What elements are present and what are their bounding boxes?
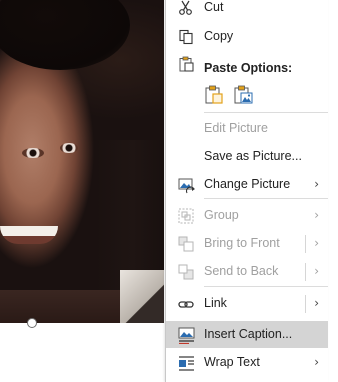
clipboard-icon xyxy=(177,55,195,73)
photo-eye xyxy=(60,143,78,153)
menu-item-cut[interactable]: Cut xyxy=(166,0,328,21)
menu-item-wrap-text[interactable]: Wrap Text › xyxy=(166,349,328,376)
menu-item-label: Insert Caption... xyxy=(204,327,293,341)
menu-item-link[interactable]: Link › xyxy=(166,290,328,317)
menu-item-label: Send to Back xyxy=(204,264,279,278)
menu-item-insert-caption[interactable]: Insert Caption... xyxy=(166,321,328,348)
menu-item-label: Group xyxy=(204,208,239,222)
photo-mouth xyxy=(0,226,58,244)
submenu-arrow-icon: › xyxy=(314,296,319,310)
paste-options-label: Paste Options: xyxy=(204,61,293,75)
menu-item-copy[interactable]: Copy xyxy=(166,23,328,50)
menu-item-change-picture[interactable]: Change Picture › xyxy=(166,171,328,198)
menu-item-edit-picture[interactable]: Edit Picture xyxy=(166,115,328,142)
menu-item-label: Cut xyxy=(204,0,224,14)
menu-item-label: Link xyxy=(204,296,227,310)
photo-hair xyxy=(0,0,130,70)
submenu-arrow-icon: › xyxy=(314,355,319,369)
submenu-arrow-icon: › xyxy=(314,208,319,222)
menu-item-label: Change Picture xyxy=(204,177,291,191)
submenu-arrow-icon: › xyxy=(314,177,319,191)
menu-item-send-to-back[interactable]: Send to Back › xyxy=(166,258,328,285)
split-divider xyxy=(305,263,306,281)
wrap-text-icon xyxy=(177,354,195,372)
menu-item-save-as-picture[interactable]: Save as Picture... xyxy=(166,143,328,170)
submenu-arrow-icon: › xyxy=(314,236,319,250)
selected-picture[interactable] xyxy=(0,0,164,323)
link-icon xyxy=(177,295,195,313)
menu-item-group[interactable]: Group › xyxy=(166,202,328,229)
menu-item-label: Copy xyxy=(204,29,234,43)
photo-eye xyxy=(22,148,44,158)
split-divider xyxy=(305,295,306,313)
photo-collar xyxy=(120,270,164,323)
menu-item-bring-to-front[interactable]: Bring to Front › xyxy=(166,230,328,257)
paste-keep-source-button[interactable] xyxy=(203,84,225,106)
menu-separator xyxy=(204,198,328,199)
context-menu: Cut Copy Paste Options: Edit Picture Sav… xyxy=(165,0,328,382)
paste-as-picture-button[interactable] xyxy=(232,84,254,106)
menu-item-label: Wrap Text xyxy=(204,355,260,369)
scissors-icon xyxy=(177,0,195,17)
menu-item-label: Save as Picture... xyxy=(204,149,302,163)
split-divider xyxy=(305,235,306,253)
insert-caption-icon xyxy=(177,326,195,344)
change-picture-icon xyxy=(177,176,195,194)
menu-item-label: Edit Picture xyxy=(204,121,268,135)
submenu-arrow-icon: › xyxy=(314,264,319,278)
copy-icon xyxy=(177,28,195,46)
bring-to-front-icon xyxy=(177,235,195,253)
menu-item-label: Bring to Front xyxy=(204,236,280,250)
group-icon xyxy=(177,207,195,225)
resize-handle[interactable] xyxy=(27,318,37,328)
send-to-back-icon xyxy=(177,263,195,281)
menu-separator xyxy=(204,112,328,113)
menu-separator xyxy=(204,286,328,287)
